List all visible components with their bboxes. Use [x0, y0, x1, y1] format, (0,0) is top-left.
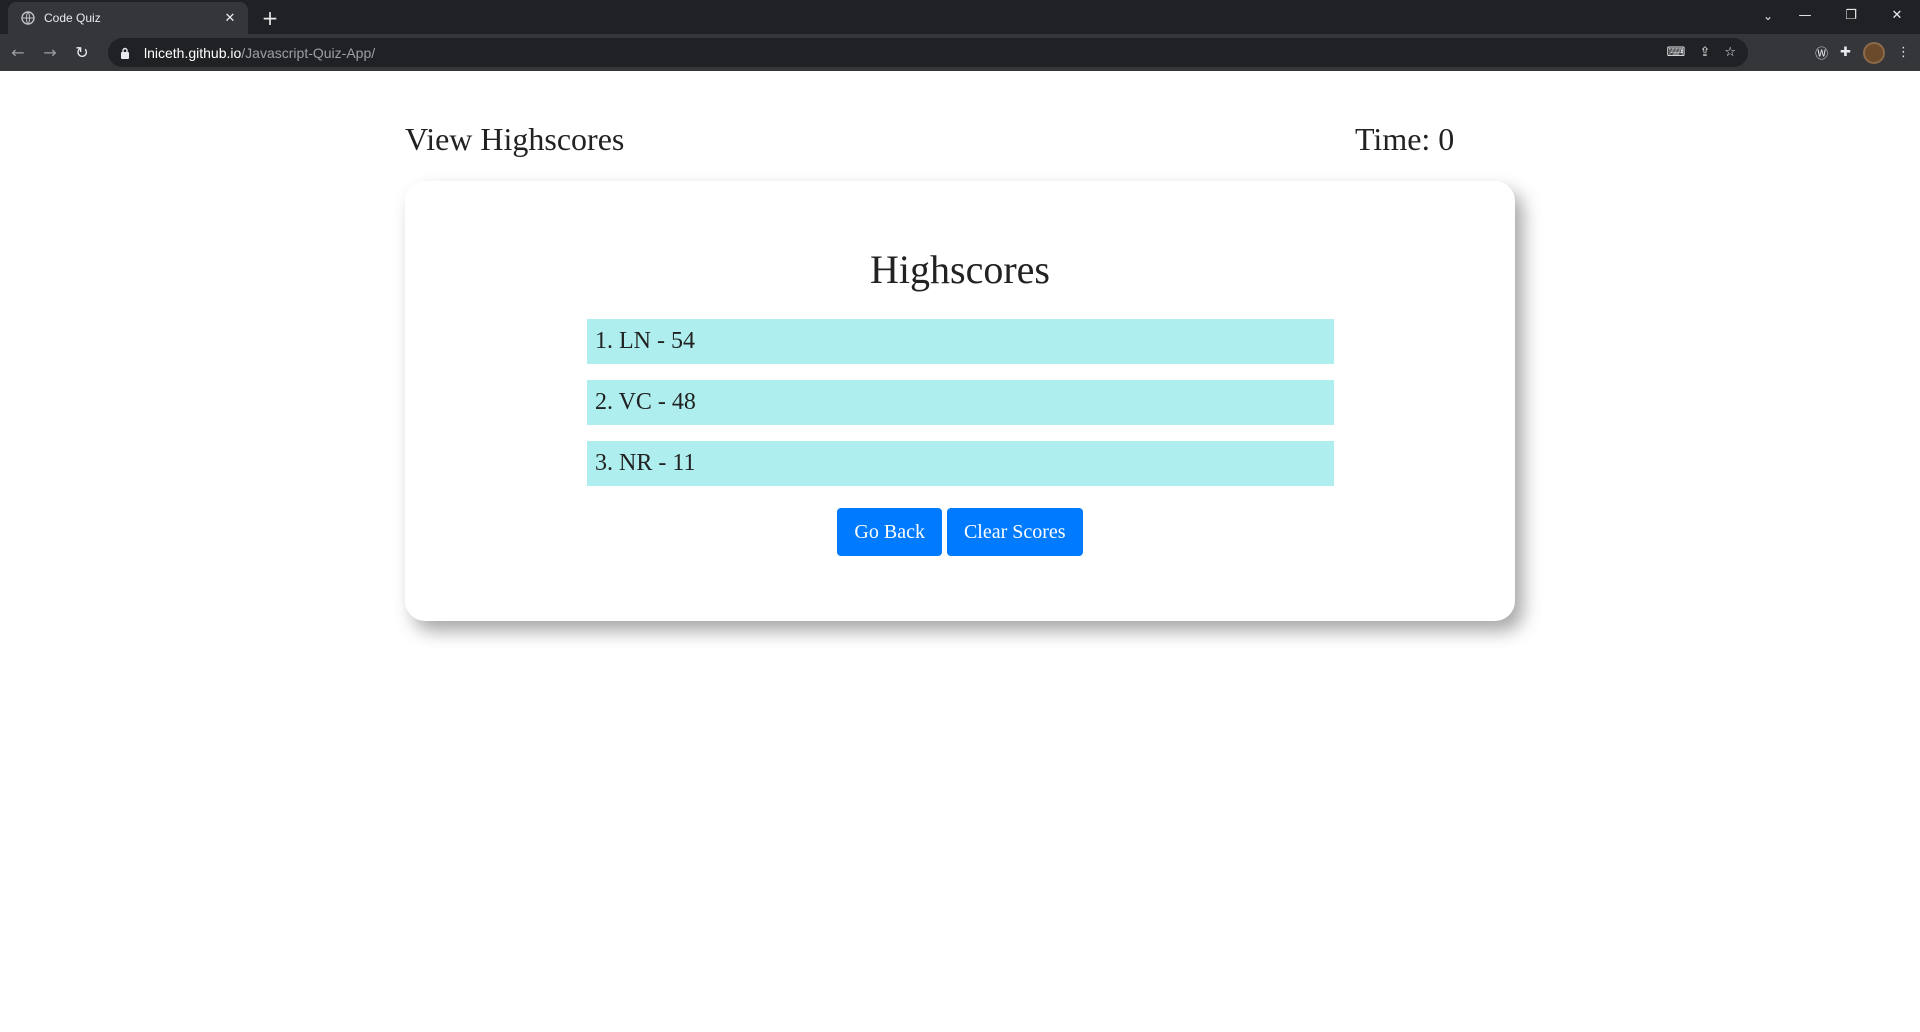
- menu-icon[interactable]: ⋮: [1897, 45, 1910, 60]
- omnibox-actions: ⌨ ⇪ ☆: [1667, 45, 1736, 60]
- profile-avatar[interactable]: [1863, 41, 1885, 64]
- reload-icon[interactable]: ↻: [68, 39, 96, 67]
- page-content: View Highscores Time: 0 Highscores 1. LN…: [0, 71, 1920, 1032]
- share-icon[interactable]: ⇪: [1699, 45, 1710, 60]
- address-bar[interactable]: lniceth.github.io/Javascript-Quiz-App/ ⌨…: [108, 38, 1748, 67]
- view-highscores-link[interactable]: View Highscores: [405, 121, 624, 158]
- score-list: 1. LN - 54 2. VC - 48 3. NR - 11: [587, 319, 1334, 502]
- score-item: 2. VC - 48: [587, 380, 1334, 425]
- tab-title: Code Quiz: [44, 11, 101, 25]
- back-icon[interactable]: ←: [4, 39, 32, 67]
- restore-icon[interactable]: ❐: [1828, 0, 1874, 30]
- go-back-button[interactable]: Go Back: [837, 508, 942, 556]
- page-title: Highscores: [870, 247, 1050, 292]
- globe-icon: [20, 10, 36, 26]
- star-icon[interactable]: ☆: [1724, 45, 1736, 60]
- tab-search-icon[interactable]: ⌄: [1756, 6, 1780, 26]
- forward-icon[interactable]: →: [36, 39, 64, 67]
- window-controls: — ❐ ✕: [1782, 0, 1920, 30]
- close-tab-icon[interactable]: ✕: [222, 10, 238, 26]
- url-path: /Javascript-Quiz-App/: [241, 44, 376, 61]
- url-domain: lniceth.github.io: [144, 44, 242, 61]
- score-item: 1. LN - 54: [587, 319, 1334, 364]
- puzzle-icon[interactable]: ✚: [1840, 45, 1851, 60]
- highscores-card: Highscores 1. LN - 54 2. VC - 48 3. NR -…: [405, 181, 1515, 621]
- new-tab-button[interactable]: +: [258, 6, 282, 30]
- browser-toolbar: ← → ↻ lniceth.github.io/Javascript-Quiz-…: [0, 34, 1920, 71]
- browser-tab[interactable]: Code Quiz ✕: [8, 2, 248, 34]
- clear-scores-button[interactable]: Clear Scores: [946, 508, 1083, 556]
- minimize-icon[interactable]: —: [1782, 0, 1828, 30]
- score-item: 3. NR - 11: [587, 441, 1334, 486]
- extension-area: Ⓦ ✚ ⋮: [1815, 38, 1910, 67]
- button-row: Go Back Clear Scores: [405, 508, 1515, 556]
- browser-tabbar: Code Quiz ✕ + ⌄ — ❐ ✕: [0, 0, 1920, 34]
- translate-icon[interactable]: ⌨: [1667, 45, 1686, 60]
- lock-icon[interactable]: [120, 46, 134, 60]
- timer-display: Time: 0: [1355, 121, 1455, 157]
- extension-icon[interactable]: Ⓦ: [1815, 43, 1828, 62]
- close-window-icon[interactable]: ✕: [1874, 0, 1920, 30]
